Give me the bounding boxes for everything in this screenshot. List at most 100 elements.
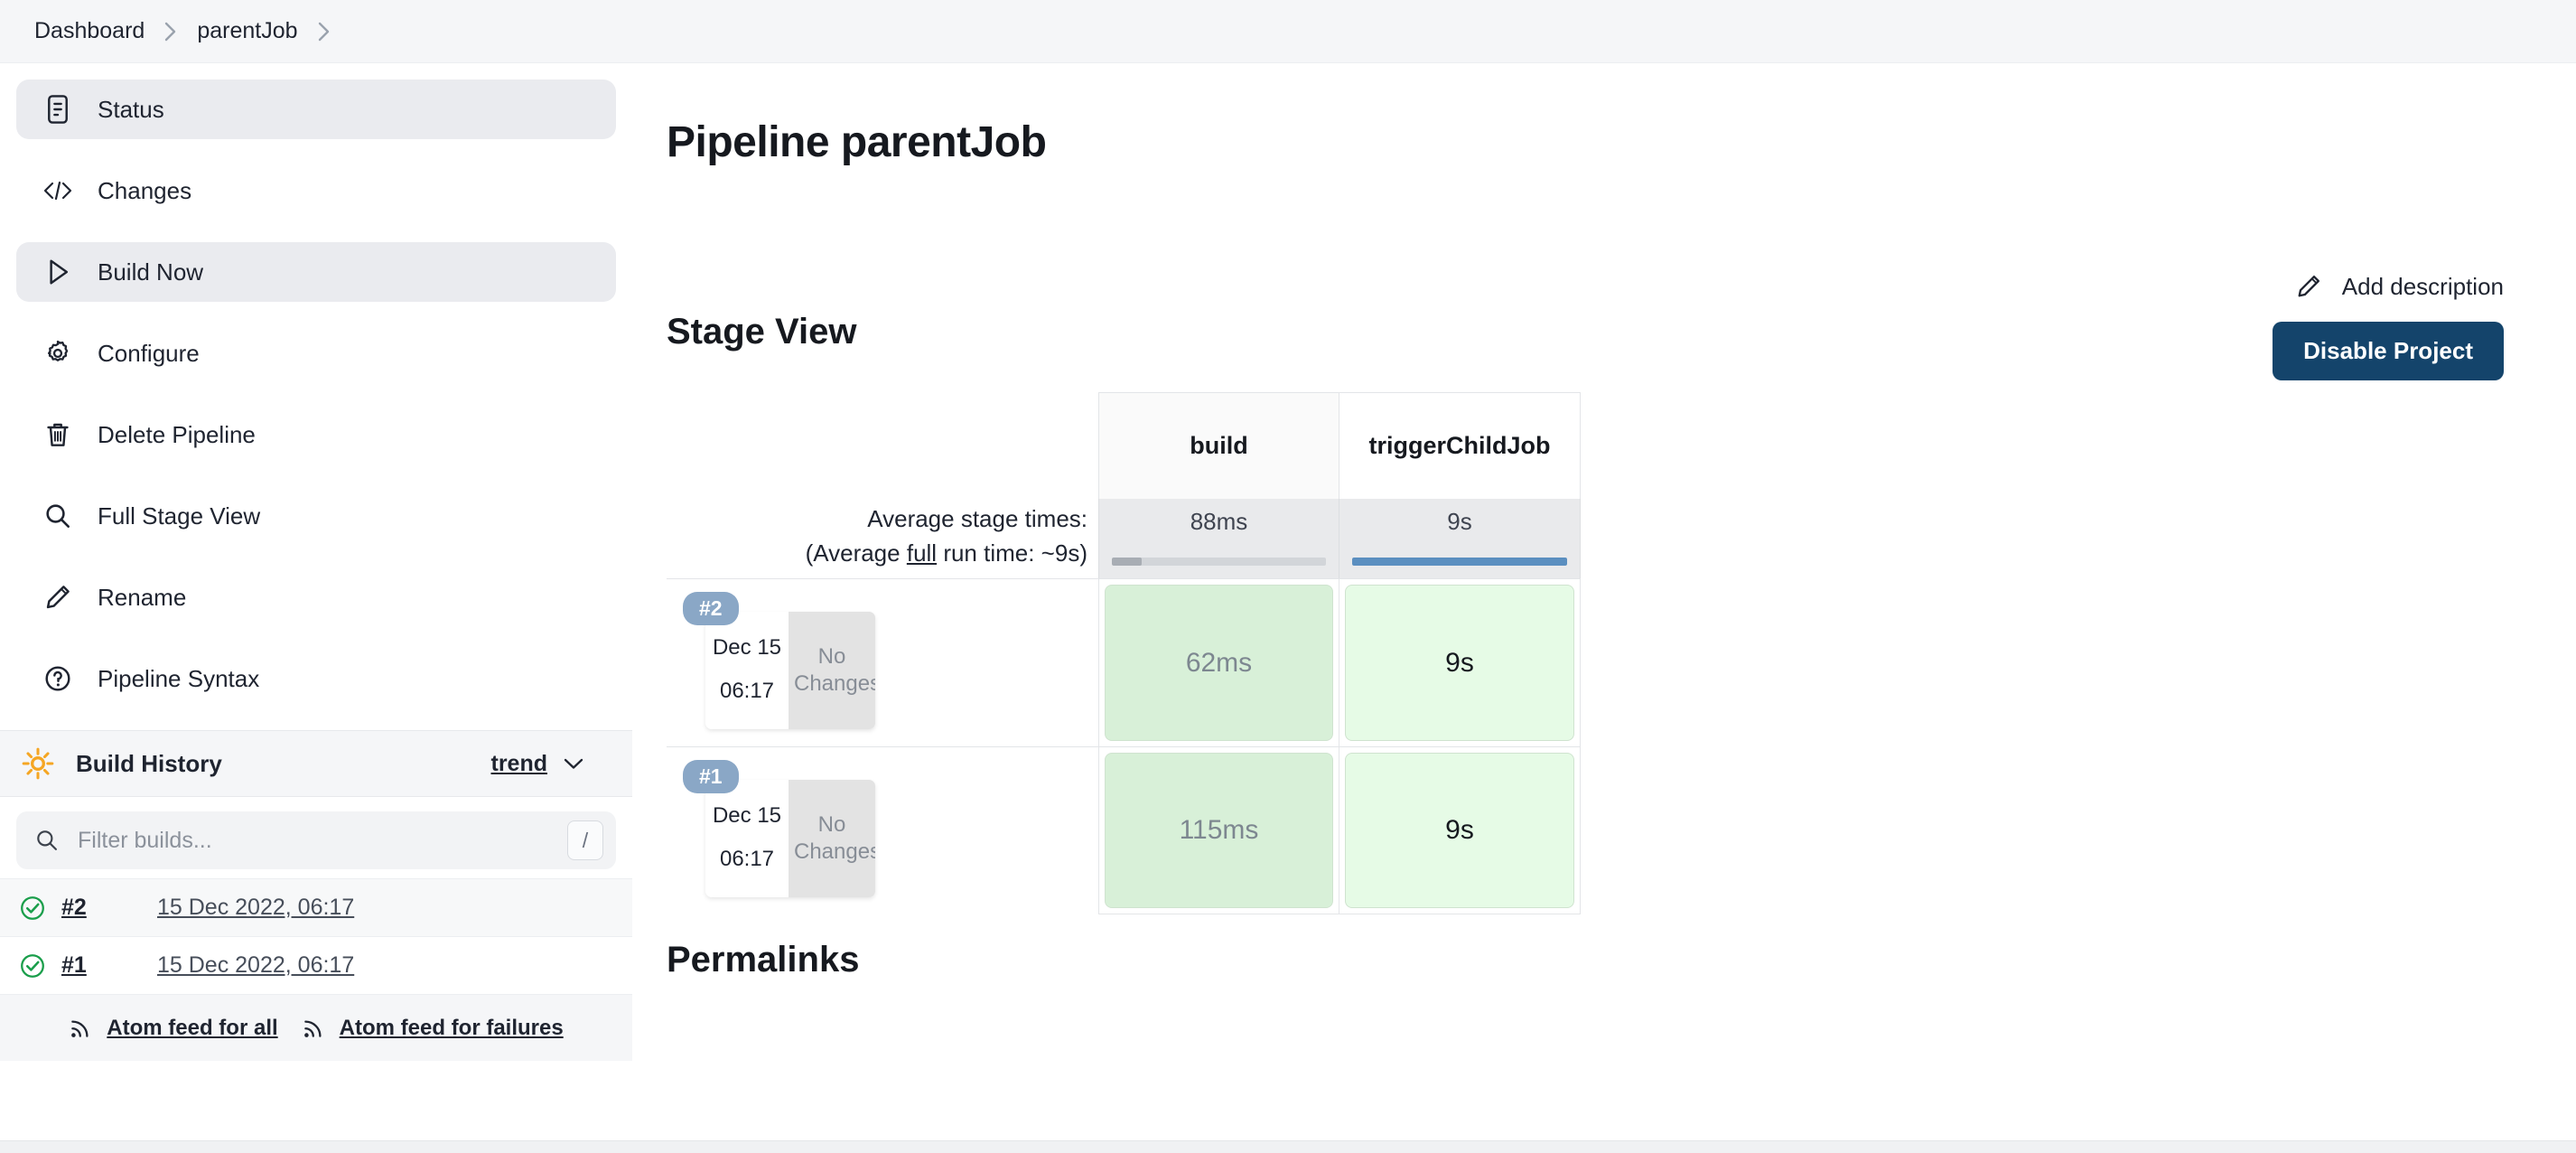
- stage-duration: 9s: [1345, 753, 1574, 908]
- trend-link[interactable]: trend: [491, 751, 548, 777]
- main-content: Pipeline parentJob Add description Disab…: [632, 63, 2576, 980]
- stage-duration: 62ms: [1105, 585, 1333, 741]
- pencil-icon: [2293, 271, 2324, 302]
- sidebar-item-label: Configure: [98, 339, 200, 367]
- build-history-row[interactable]: #1 15 Dec 2022, 06:17: [0, 936, 632, 994]
- run-meta-cell: #1 Dec 15 06:17 No Changes: [667, 746, 1098, 914]
- build-filter-container: /: [0, 797, 632, 878]
- run-changes-line1: No: [817, 644, 846, 669]
- chevron-down-icon[interactable]: [562, 755, 585, 772]
- disable-project-button[interactable]: Disable Project: [2273, 322, 2504, 380]
- gear-icon: [42, 337, 74, 370]
- search-icon: [42, 500, 74, 532]
- stage-run-row: #1 Dec 15 06:17 No Changes 115ms 9s: [667, 746, 1581, 914]
- run-meta-cell: #2 Dec 15 06:17 No Changes: [667, 578, 1098, 746]
- avg-pre: (Average: [805, 539, 907, 567]
- header-actions: Add description Disable Project: [2273, 271, 2504, 380]
- run-changes-line2: Changes: [794, 671, 875, 696]
- sidebar-item-build-now[interactable]: Build Now: [16, 242, 616, 302]
- average-stage-times-label: Average stage times: (Average full run t…: [667, 499, 1098, 578]
- stage-view-table: build triggerChildJob Average stage time…: [667, 392, 1581, 914]
- bottom-strip: [0, 1140, 2576, 1153]
- average-bar-fill: [1352, 558, 1567, 566]
- build-filter[interactable]: /: [16, 811, 616, 869]
- run-datetime-card[interactable]: Dec 15 06:17: [705, 612, 789, 729]
- sidebar-item-label: Status: [98, 95, 164, 123]
- rss-icon: [69, 1015, 96, 1042]
- pencil-icon: [42, 581, 74, 614]
- stage-header-triggerchildjob[interactable]: triggerChildJob: [1339, 392, 1581, 499]
- success-check-icon: [18, 894, 47, 923]
- play-icon: [42, 256, 74, 288]
- rss-icon: [302, 1015, 329, 1042]
- sidebar: Status Changes Build Now Configure Delet…: [0, 63, 632, 1061]
- atom-feed-failures[interactable]: Atom feed for failures: [302, 1015, 564, 1042]
- sidebar-item-label: Full Stage View: [98, 502, 261, 530]
- sidebar-item-delete-pipeline[interactable]: Delete Pipeline: [16, 405, 616, 464]
- run-info-cards: Dec 15 06:17 No Changes: [705, 612, 875, 729]
- sidebar-item-label: Delete Pipeline: [98, 420, 256, 448]
- chevron-right-icon: [155, 20, 186, 43]
- build-timestamp-link[interactable]: 15 Dec 2022, 06:17: [157, 895, 354, 921]
- add-description-button[interactable]: Add description: [2293, 271, 2504, 302]
- avg-full-link[interactable]: full: [907, 539, 937, 567]
- build-history-header: Build History trend: [0, 730, 632, 797]
- build-timestamp-link[interactable]: 15 Dec 2022, 06:17: [157, 952, 354, 979]
- atom-feeds: Atom feed for all Atom feed for failures: [0, 994, 632, 1061]
- run-date: Dec 15: [712, 803, 782, 828]
- stage-view-heading: Stage View: [667, 312, 857, 352]
- atom-feed-failures-label: Atom feed for failures: [339, 1015, 564, 1040]
- average-cell-triggerchildjob: 9s: [1339, 499, 1581, 578]
- help-circle-icon: [42, 662, 74, 695]
- stage-cell[interactable]: 9s: [1339, 578, 1581, 746]
- run-time: 06:17: [719, 847, 775, 871]
- run-info-cards: Dec 15 06:17 No Changes: [705, 780, 875, 897]
- sidebar-item-pipeline-syntax[interactable]: Pipeline Syntax: [16, 649, 616, 708]
- sidebar-item-status[interactable]: Status: [16, 80, 616, 139]
- run-date: Dec 15: [712, 635, 782, 660]
- average-full-run-time-line2: (Average full run time: ~9s): [667, 537, 1087, 571]
- stage-header-build[interactable]: build: [1098, 392, 1339, 499]
- page-title: Pipeline parentJob: [667, 118, 1047, 166]
- sidebar-nav: Status Changes Build Now Configure Delet…: [0, 80, 632, 708]
- average-time-value: 88ms: [1190, 508, 1248, 535]
- run-changes-line2: Changes: [794, 839, 875, 864]
- success-check-icon: [18, 951, 47, 980]
- stage-duration: 115ms: [1105, 753, 1333, 908]
- average-times-row: Average stage times: (Average full run t…: [667, 499, 1581, 578]
- run-changes-card[interactable]: No Changes: [789, 780, 875, 897]
- trash-icon: [42, 418, 74, 451]
- avg-post: run time: ~9s): [937, 539, 1087, 567]
- stage-duration: 9s: [1345, 585, 1574, 741]
- sidebar-item-full-stage-view[interactable]: Full Stage View: [16, 486, 616, 546]
- average-bar-fill: [1112, 558, 1143, 566]
- filter-shortcut-key: /: [567, 820, 603, 860]
- sidebar-item-changes[interactable]: Changes: [16, 161, 616, 220]
- build-number-link[interactable]: #1: [61, 952, 143, 979]
- atom-feed-all-label: Atom feed for all: [107, 1015, 278, 1040]
- stage-cell[interactable]: 115ms: [1098, 746, 1339, 914]
- run-changes-card[interactable]: No Changes: [789, 612, 875, 729]
- atom-feed-all[interactable]: Atom feed for all: [69, 1015, 278, 1042]
- build-badge[interactable]: #2: [683, 592, 739, 625]
- stage-cell[interactable]: 62ms: [1098, 578, 1339, 746]
- build-history-title: Build History: [76, 749, 222, 777]
- stage-cell[interactable]: 9s: [1339, 746, 1581, 914]
- document-icon: [42, 93, 74, 126]
- build-history-row[interactable]: #2 15 Dec 2022, 06:17: [0, 878, 632, 936]
- sidebar-item-label: Pipeline Syntax: [98, 664, 260, 692]
- average-cell-build: 88ms: [1098, 499, 1339, 578]
- build-badge[interactable]: #1: [683, 760, 739, 793]
- run-datetime-card[interactable]: Dec 15 06:17: [705, 780, 789, 897]
- search-input[interactable]: [78, 827, 551, 854]
- breadcrumb: Dashboard parentJob: [0, 0, 2576, 63]
- build-number-link[interactable]: #2: [61, 895, 143, 921]
- average-time-value: 9s: [1447, 508, 1472, 535]
- sidebar-item-label: Rename: [98, 583, 187, 611]
- stage-run-row: #2 Dec 15 06:17 No Changes 62ms 9s: [667, 578, 1581, 746]
- breadcrumb-item-parentjob[interactable]: parentJob: [191, 14, 303, 48]
- sidebar-item-rename[interactable]: Rename: [16, 567, 616, 627]
- breadcrumb-item-dashboard[interactable]: Dashboard: [29, 14, 150, 48]
- stage-header-row: build triggerChildJob: [667, 392, 1581, 499]
- sidebar-item-configure[interactable]: Configure: [16, 323, 616, 383]
